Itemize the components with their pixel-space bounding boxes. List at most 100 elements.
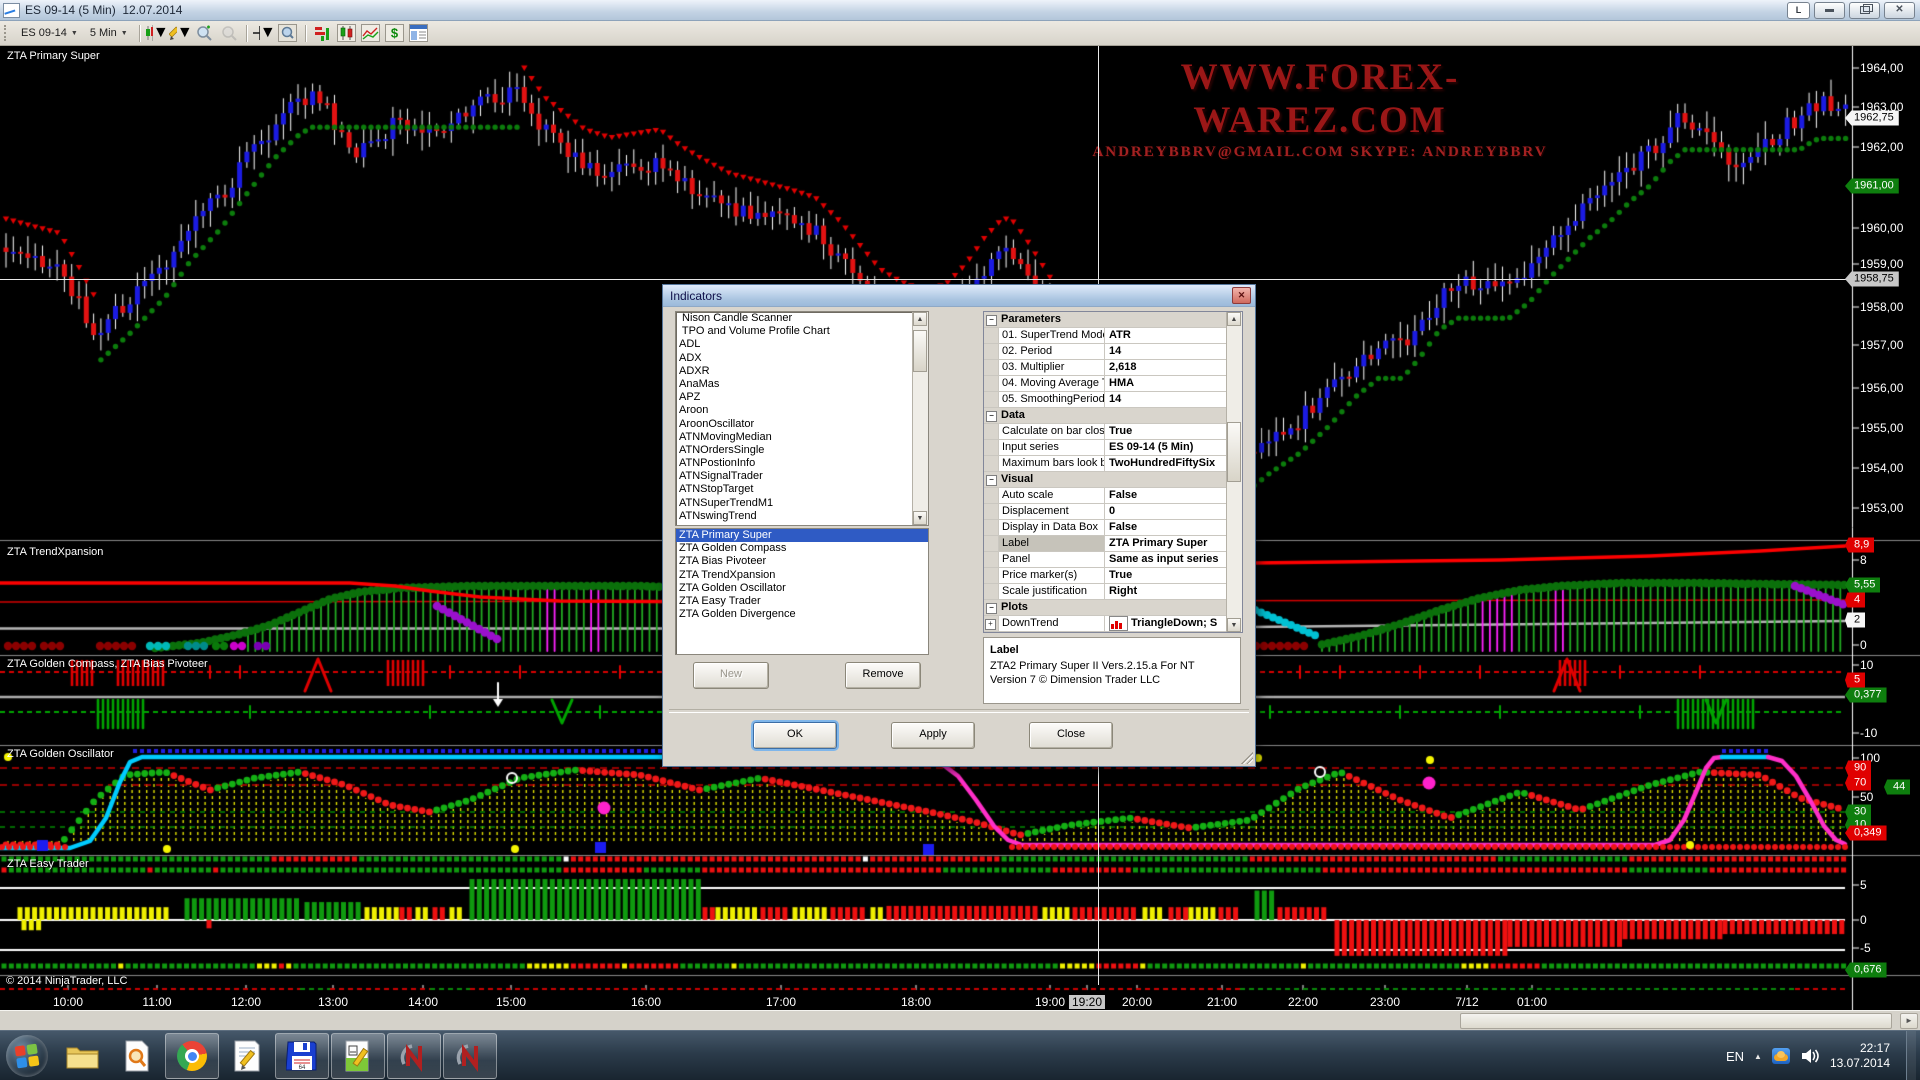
tray-expand-icon[interactable]: ▲ [1754,1052,1762,1061]
taskbar-save-app-button[interactable]: 64 [275,1033,329,1079]
scroll-down-icon[interactable]: ▼ [1227,618,1241,632]
indicator-list-item[interactable]: TPO and Volume Profile Chart [676,325,928,338]
indicator-list-item[interactable]: Nison Candle Scanner [676,312,928,325]
grid-property-row[interactable]: Maximum bars look backTwoHundredFiftySix [984,456,1227,472]
account-button[interactable]: $ [383,23,407,44]
close-button[interactable]: ✕ [1884,2,1915,19]
grid-group-row[interactable]: −Parameters [984,312,1227,328]
indicator-list-item[interactable]: AroonOscillator [676,418,928,431]
taskbar-ninjatrader-button[interactable] [387,1033,441,1079]
property-value[interactable]: TwoHundredFiftySix [1105,456,1227,471]
cursor-button[interactable]: ▼ [252,23,276,44]
grid-property-row[interactable]: LabelZTA Primary Super [984,536,1227,552]
properties-button[interactable] [407,23,431,44]
property-value[interactable]: True [1105,568,1227,583]
start-button[interactable] [6,1035,48,1077]
taskbar-notepad-button[interactable] [221,1034,273,1078]
indicator-list-item[interactable]: Aroon [676,404,928,417]
grid-group-row[interactable]: −Plots [984,600,1227,616]
property-value[interactable]: 14 [1105,392,1227,407]
grid-property-row[interactable]: Calculate on bar closeTrue [984,424,1227,440]
grid-group-row[interactable]: −Data [984,408,1227,424]
resize-grip[interactable] [1241,752,1253,764]
taskbar-search-button[interactable] [111,1034,163,1078]
grid-property-row[interactable]: 03. Multiplier2,618 [984,360,1227,376]
property-value[interactable]: HMA [1105,376,1227,391]
grid-property-row[interactable]: Auto scaleFalse [984,488,1227,504]
grid-property-row[interactable]: 01. SuperTrend ModeATR [984,328,1227,344]
grid-group-row[interactable]: −Visual [984,472,1227,488]
interval-dropdown[interactable]: 5 Min ▼ [84,22,134,44]
indicator-list-item[interactable]: ADL [676,338,928,351]
selected-indicator-item[interactable]: ZTA Primary Super [676,529,928,542]
selected-indicator-item[interactable]: ZTA Golden Compass [676,542,928,555]
minimize-button[interactable] [1814,2,1845,19]
grid-property-row[interactable]: 05. SmoothingPeriod14 [984,392,1227,408]
grid-property-row[interactable]: Input seriesES 09-14 (5 Min) [984,440,1227,456]
cloud-tray-icon[interactable] [1772,1048,1790,1064]
property-value[interactable]: ES 09-14 (5 Min) [1105,440,1227,455]
property-value[interactable]: False [1105,488,1227,503]
scroll-up-icon[interactable]: ▲ [1227,312,1241,326]
candle-chart-button[interactable] [335,23,359,44]
scroll-thumb[interactable] [913,330,927,372]
horizontal-scrollbar[interactable]: ► [0,1010,1920,1031]
indicator-list-item[interactable]: ATNSignalTrader [676,470,928,483]
dialog-titlebar[interactable]: Indicators ✕ [663,285,1255,307]
apply-button[interactable]: Apply [891,722,975,749]
show-desktop-button[interactable] [1906,1031,1916,1080]
selected-indicators-list[interactable]: ZTA Primary SuperZTA Golden CompassZTA B… [675,528,929,655]
property-value[interactable]: TriangleDown; S [1105,616,1227,631]
chart-style-button[interactable]: ▼ [145,23,169,44]
grid-property-row[interactable]: Price marker(s)True [984,568,1227,584]
scroll-thumb[interactable] [1227,422,1241,482]
line-chart-button[interactable] [359,23,383,44]
property-value[interactable]: Same as input series [1105,552,1227,567]
scroll-down-icon[interactable]: ▼ [913,511,927,525]
available-indicators-list[interactable]: Nison Candle Scanner TPO and Volume Prof… [675,311,929,526]
property-value[interactable]: True [1105,424,1227,439]
property-value[interactable]: Right [1105,584,1227,599]
data-box-button[interactable] [276,23,300,44]
zoom-in-button[interactable] [193,23,217,44]
indicator-list-item[interactable]: ADXR [676,365,928,378]
available-list-scrollbar[interactable]: ▲ ▼ [912,312,928,525]
selected-indicator-item[interactable]: ZTA Bias Pivoteer [676,555,928,568]
window-titlebar[interactable]: ES 09-14 (5 Min) 12.07.2014 L ✕ [0,0,1920,21]
indicator-list-item[interactable]: ADX [676,352,928,365]
taskbar-explorer-button[interactable] [57,1034,109,1078]
grid-property-row[interactable]: Display in Data BoxFalse [984,520,1227,536]
hscroll-right-arrow[interactable]: ► [1900,1013,1918,1029]
expand-icon[interactable]: + [985,619,996,630]
remove-button[interactable]: Remove [845,662,921,689]
collapse-icon[interactable]: − [986,411,997,422]
dialog-close-button[interactable]: ✕ [1232,287,1251,304]
drawing-tools-button[interactable]: ▼ [169,23,193,44]
toolbar-grip[interactable] [4,25,9,41]
close-dialog-button[interactable]: Close [1029,722,1113,749]
collapse-icon[interactable]: − [986,603,997,614]
hscroll-thumb[interactable] [1460,1013,1892,1029]
selected-indicator-item[interactable]: ZTA TrendXpansion [676,569,928,582]
ok-button[interactable]: OK [753,722,837,749]
property-value[interactable]: ZTA Primary Super [1105,536,1227,551]
grid-property-row[interactable]: PanelSame as input series [984,552,1227,568]
indicator-list-item[interactable]: ATNOrdersSingle [676,444,928,457]
selected-indicator-item[interactable]: ZTA Golden Oscillator [676,582,928,595]
indicator-list-item[interactable]: ATNPostionInfo [676,457,928,470]
property-value[interactable]: False [1105,520,1227,535]
zoom-out-button[interactable] [217,23,241,44]
speaker-icon[interactable] [1800,1047,1820,1065]
selected-indicator-item[interactable]: ZTA Easy Trader [676,595,928,608]
instrument-dropdown[interactable]: ES 09-14 ▼ [15,22,84,44]
grid-property-row[interactable]: Displacement0 [984,504,1227,520]
indicator-list-item[interactable]: ATNSuperTrendM1 [676,497,928,510]
property-value[interactable]: 2,618 [1105,360,1227,375]
indicator-list-item[interactable]: ATNStopTarget [676,483,928,496]
property-value[interactable]: ATR [1105,328,1227,343]
taskbar-notes-app-button[interactable] [331,1033,385,1079]
grid-property-row[interactable]: 02. Period14 [984,344,1227,360]
indicator-list-item[interactable]: AnaMas [676,378,928,391]
bar-chart-button[interactable] [311,23,335,44]
grid-scrollbar[interactable]: ▲ ▼ [1226,312,1242,632]
